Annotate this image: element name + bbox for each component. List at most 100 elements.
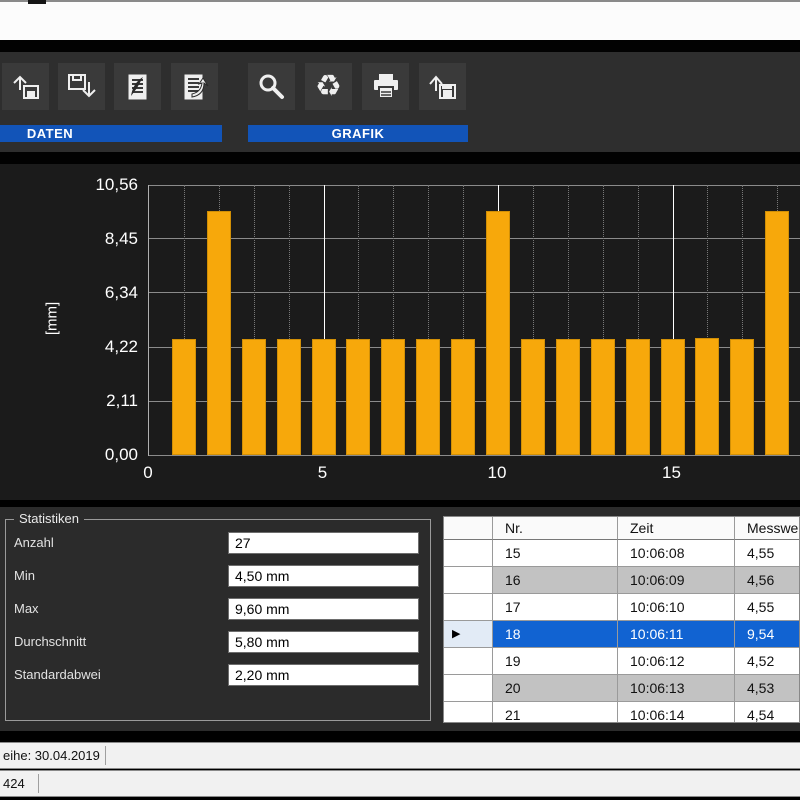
table-cell[interactable]: 10:06:09	[618, 567, 735, 594]
table-cell[interactable]: 10:06:12	[618, 648, 735, 675]
table-row[interactable]: 1510:06:084,55	[444, 540, 800, 567]
table-cell[interactable]: 4,55	[735, 594, 800, 621]
y-tick-label: 4,22	[64, 336, 138, 358]
save-graphic-button[interactable]	[419, 63, 466, 110]
save-data-floppy-icon	[65, 70, 99, 104]
measurements-table[interactable]: Nr.ZeitMesswert1510:06:084,551610:06:094…	[443, 516, 800, 723]
bar	[451, 339, 475, 455]
stat-label: Max	[14, 598, 39, 620]
table-cell[interactable]: 4,53	[735, 675, 800, 702]
y-tick-label: 10,56	[64, 174, 138, 196]
status-separator	[38, 774, 39, 793]
table-cell[interactable]: 4,52	[735, 648, 800, 675]
row-selector-cell[interactable]	[444, 567, 493, 594]
table-cell[interactable]: 10:06:10	[618, 594, 735, 621]
save-data-button[interactable]	[58, 63, 105, 110]
row-selector-cell[interactable]	[444, 675, 493, 702]
table-cell[interactable]: 19	[493, 648, 618, 675]
stat-value-field[interactable]: 9,60 mm	[228, 598, 419, 620]
refresh-recycle-icon: ♻	[315, 72, 342, 102]
stat-label: Standardabwei	[14, 664, 101, 686]
y-tick-label: 6,34	[64, 282, 138, 304]
status-series-text: eihe: 30.04.2019	[3, 743, 100, 768]
import-document-icon	[121, 70, 155, 104]
table-cell[interactable]: 4,54	[735, 702, 800, 723]
bottom-panel: Statistiken Anzahl 27 Min 4,50 mm Max 9,60 mm…	[0, 507, 800, 731]
statistics-title: Statistiken	[14, 511, 84, 526]
table-cell[interactable]: 9,54	[735, 621, 800, 648]
table-row[interactable]: 1710:06:104,55	[444, 594, 800, 621]
bar	[486, 211, 510, 455]
save-graphic-floppy-icon	[426, 70, 460, 104]
top-black-bar	[0, 40, 800, 52]
chart-region: [mm] 0,002,114,226,348,4510,56 051015	[0, 164, 800, 500]
table-row[interactable]: 2110:06:144,54	[444, 702, 800, 723]
open-data-button[interactable]	[2, 63, 49, 110]
export-data-button[interactable]	[171, 63, 218, 110]
table-cell[interactable]: 15	[493, 540, 618, 567]
table-row[interactable]: 1610:06:094,56	[444, 567, 800, 594]
row-selector-cell[interactable]	[444, 702, 493, 723]
x-tick-label: 10	[475, 463, 519, 483]
table-header-cell[interactable]: Zeit	[618, 517, 735, 540]
bar	[207, 211, 231, 455]
status-bar-primary: eihe: 30.04.2019	[0, 742, 800, 769]
stat-label: Anzahl	[14, 532, 54, 554]
stat-label: Min	[14, 565, 35, 587]
table-row[interactable]: 1910:06:124,52	[444, 648, 800, 675]
table-cell[interactable]: 20	[493, 675, 618, 702]
table-header-selector-cell	[444, 517, 493, 540]
x-tick-label: 15	[650, 463, 694, 483]
row-selector-cell[interactable]	[444, 648, 493, 675]
import-data-button[interactable]	[114, 63, 161, 110]
table-header-cell[interactable]: Nr.	[493, 517, 618, 540]
table-header-row: Nr.ZeitMesswert	[444, 517, 800, 540]
bar	[346, 339, 370, 455]
stat-value-field[interactable]: 5,80 mm	[228, 631, 419, 653]
y-tick-label: 8,45	[64, 228, 138, 250]
bar	[556, 339, 580, 455]
bar	[521, 339, 545, 455]
bar	[626, 339, 650, 455]
y-tick-label: 2,11	[64, 390, 138, 412]
bar-chart-plot[interactable]	[148, 185, 800, 456]
table-cell[interactable]: 16	[493, 567, 618, 594]
toolbar: ♻ DATEN	[0, 52, 800, 152]
stat-value-field[interactable]: 2,20 mm	[228, 664, 419, 686]
stat-value-field[interactable]: 4,50 mm	[228, 565, 419, 587]
print-icon	[369, 70, 403, 104]
table-cell[interactable]: 17	[493, 594, 618, 621]
table-cell[interactable]: 21	[493, 702, 618, 723]
bar	[381, 339, 405, 455]
horizontal-gridline	[149, 292, 800, 293]
bar	[242, 339, 266, 455]
row-selector-arrow-cell[interactable]: ▶	[444, 621, 493, 648]
bar	[695, 338, 719, 455]
refresh-button[interactable]: ♻	[305, 63, 352, 110]
zoom-button[interactable]	[248, 63, 295, 110]
horizontal-gridline	[149, 238, 800, 239]
stat-value-field[interactable]: 27	[228, 532, 419, 554]
table-cell[interactable]: 10:06:13	[618, 675, 735, 702]
row-selector-cell[interactable]	[444, 594, 493, 621]
table-cell[interactable]: 18	[493, 621, 618, 648]
table-cell[interactable]: 10:06:14	[618, 702, 735, 723]
table-cell[interactable]: 10:06:08	[618, 540, 735, 567]
horizontal-gridline	[149, 185, 800, 186]
measurements-table-body: Nr.ZeitMesswert1510:06:084,551610:06:094…	[444, 517, 799, 723]
y-axis-title: [mm]	[44, 284, 61, 354]
bar	[661, 339, 685, 455]
app-window: ♻ DATEN	[0, 0, 800, 800]
bar	[312, 339, 336, 455]
row-selector-cell[interactable]	[444, 540, 493, 567]
status-device-text: 424	[3, 771, 25, 796]
table-header-cell[interactable]: Messwert	[735, 517, 800, 540]
export-document-icon	[178, 70, 212, 104]
table-row[interactable]: ▶1810:06:119,54	[444, 621, 800, 648]
table-cell[interactable]: 4,55	[735, 540, 800, 567]
table-cell[interactable]: 10:06:11	[618, 621, 735, 648]
x-tick-label: 5	[301, 463, 345, 483]
print-button[interactable]	[362, 63, 409, 110]
table-row[interactable]: 2010:06:134,53	[444, 675, 800, 702]
table-cell[interactable]: 4,56	[735, 567, 800, 594]
